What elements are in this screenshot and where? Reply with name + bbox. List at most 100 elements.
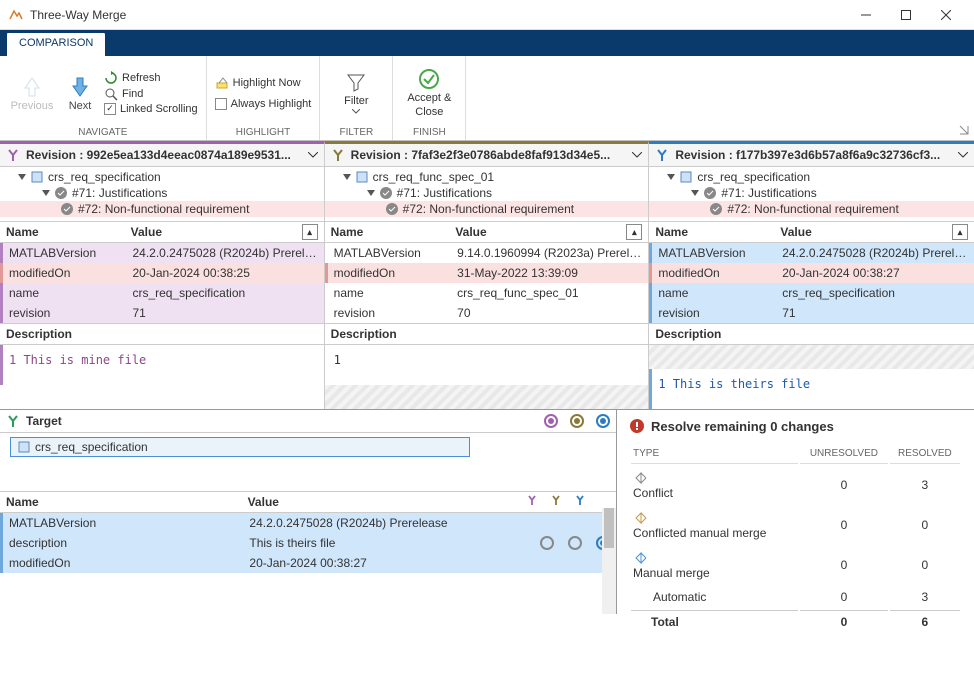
scrollbar-thumb[interactable] (604, 508, 614, 548)
tree-node-highlighted[interactable]: #72: Non-functional requirement (649, 201, 974, 217)
maximize-button[interactable] (886, 0, 926, 30)
target-row[interactable]: MATLABVersion24.2.0.2475028 (R2024b) Pre… (0, 513, 616, 533)
tree-node[interactable]: #71: Justifications (325, 185, 649, 201)
target-header: Target (0, 410, 616, 433)
prop-row[interactable]: namecrs_req_specification (0, 283, 324, 303)
radio-left-icon[interactable] (544, 414, 558, 428)
tabstrip: COMPARISON (0, 30, 974, 56)
revision-mid-header[interactable]: Revision : 7faf3e2f3e0786abde8faf913d34e… (325, 144, 649, 167)
prop-key: modifiedOn (658, 266, 782, 280)
accept-close-button[interactable]: Accept & Close (401, 58, 457, 127)
prop-row[interactable]: MATLABVersion24.2.0.2475028 (R2024b) Pre… (0, 243, 324, 263)
bottom-panels: Target crs_req_specification Name Value … (0, 409, 974, 614)
target-value-input[interactable]: crs_req_specification (10, 437, 470, 457)
prop-row[interactable]: revision71 (0, 303, 324, 323)
titlebar: Three-Way Merge (0, 0, 974, 30)
next-button[interactable]: Next (56, 58, 104, 127)
file-icon (30, 170, 44, 184)
arrow-up-icon (21, 74, 43, 100)
scrollbar[interactable] (602, 508, 616, 614)
revision-right-header[interactable]: Revision : f177b397e3d6b57a8f6a9c32736cf… (649, 144, 974, 167)
refresh-button[interactable]: Refresh (104, 71, 198, 85)
prop-value: 71 (132, 306, 317, 320)
prop-row[interactable]: revision71 (649, 303, 974, 323)
prop-value: crs_req_specification (782, 286, 968, 300)
filter-button[interactable]: Filter (328, 58, 384, 127)
prop-value: 20-Jan-2024 00:38:27 (782, 266, 968, 280)
linked-scrolling-toggle[interactable]: ✓ Linked Scrolling (104, 103, 198, 115)
resolve-row[interactable]: Conflicted manual merge00 (631, 506, 960, 544)
resolve-label: Conflict (631, 466, 798, 504)
find-button[interactable]: Find (104, 87, 198, 101)
check-circle-icon (703, 186, 717, 200)
prop-row[interactable]: modifiedOn20-Jan-2024 00:38:25 (0, 263, 324, 283)
tree-root[interactable]: crs_req_func_spec_01 (325, 169, 649, 185)
prop-key: revision (9, 306, 132, 320)
merge-type-icon (633, 510, 649, 526)
prop-row[interactable]: namecrs_req_specification (649, 283, 974, 303)
revision-left-header[interactable]: Revision : 992e5ea133d4eeac0874a189e9531… (0, 144, 324, 167)
triangle-down-icon (667, 173, 675, 181)
resolve-row[interactable]: Conflict03 (631, 466, 960, 504)
prop-value: 71 (782, 306, 968, 320)
chevron-down-icon (632, 152, 642, 158)
prop-row[interactable]: modifiedOn20-Jan-2024 00:38:27 (649, 263, 974, 283)
target-row[interactable]: modifiedOn20-Jan-2024 00:38:27 (0, 553, 616, 573)
ribbon-collapse-icon[interactable] (958, 124, 970, 136)
branch-base-icon (550, 494, 562, 506)
description-body: 1 This is theirs file (649, 369, 974, 409)
check-circle-icon (385, 202, 399, 216)
prop-key: revision (658, 306, 782, 320)
prop-key: name (9, 286, 132, 300)
prop-key: revision (334, 306, 457, 320)
target-row[interactable]: descriptionThis is theirs file (0, 533, 616, 553)
tree-root[interactable]: crs_req_specification (649, 169, 974, 185)
prop-row[interactable]: MATLABVersion24.2.0.2475028 (R2024b) Pre… (649, 243, 974, 263)
collapse-icon[interactable]: ▴ (302, 224, 318, 240)
collapse-icon[interactable]: ▴ (952, 224, 968, 240)
tree-node-highlighted[interactable]: #72: Non-functional requirement (325, 201, 649, 217)
tree-node-highlighted[interactable]: #72: Non-functional requirement (0, 201, 324, 217)
tree-right: crs_req_specification #71: Justification… (649, 167, 974, 219)
hatch-area (649, 345, 974, 369)
prop-value: 24.2.0.2475028 (R2024b) Prerelease (782, 246, 968, 260)
window-title: Three-Way Merge (30, 8, 846, 22)
close-button[interactable] (926, 0, 966, 30)
prop-row[interactable]: MATLABVersion9.14.0.1960994 (R2023a) Pre… (325, 243, 649, 263)
resolve-row[interactable]: Manual merge00 (631, 546, 960, 584)
prop-key: MATLABVersion (9, 246, 132, 260)
tab-comparison[interactable]: COMPARISON (6, 32, 106, 56)
col-type: TYPE (631, 444, 798, 464)
collapse-icon[interactable]: ▴ (626, 224, 642, 240)
file-icon (17, 440, 31, 454)
triangle-down-icon (343, 173, 351, 181)
prop-row[interactable]: revision70 (325, 303, 649, 323)
tree-node[interactable]: #71: Justifications (649, 185, 974, 201)
tree-root[interactable]: crs_req_specification (0, 169, 324, 185)
always-highlight-toggle[interactable]: Always Highlight (215, 98, 312, 110)
branch-target-icon (6, 414, 20, 428)
branch-base-icon (331, 148, 345, 162)
col-unresolved: UNRESOLVED (800, 444, 888, 464)
tree-node[interactable]: #71: Justifications (0, 185, 324, 201)
refresh-icon (104, 71, 118, 85)
check-circle-icon (60, 202, 74, 216)
prop-row[interactable]: modifiedOn31-May-2022 13:39:09 (325, 263, 649, 283)
radio-right-icon[interactable] (596, 414, 610, 428)
prop-key: modifiedOn (9, 266, 132, 280)
hatch-area (325, 385, 649, 409)
prop-row[interactable]: namecrs_req_func_spec_01 (325, 283, 649, 303)
radio-choice-icon[interactable] (540, 536, 554, 550)
chevron-down-icon (958, 152, 968, 158)
check-circle-icon (54, 186, 68, 200)
file-icon (355, 170, 369, 184)
tree-left: crs_req_specification #71: Justification… (0, 167, 324, 219)
resolve-row[interactable]: Automatic03 (631, 586, 960, 608)
minimize-button[interactable] (846, 0, 886, 30)
target-value: This is theirs file (249, 536, 540, 550)
resolve-table: TYPE UNRESOLVED RESOLVED Conflict03Confl… (629, 442, 962, 635)
radio-choice-icon[interactable] (568, 536, 582, 550)
radio-base-icon[interactable] (570, 414, 584, 428)
checkbox-checked-icon: ✓ (104, 103, 116, 115)
highlight-now-button[interactable]: Highlight Now (215, 76, 312, 90)
